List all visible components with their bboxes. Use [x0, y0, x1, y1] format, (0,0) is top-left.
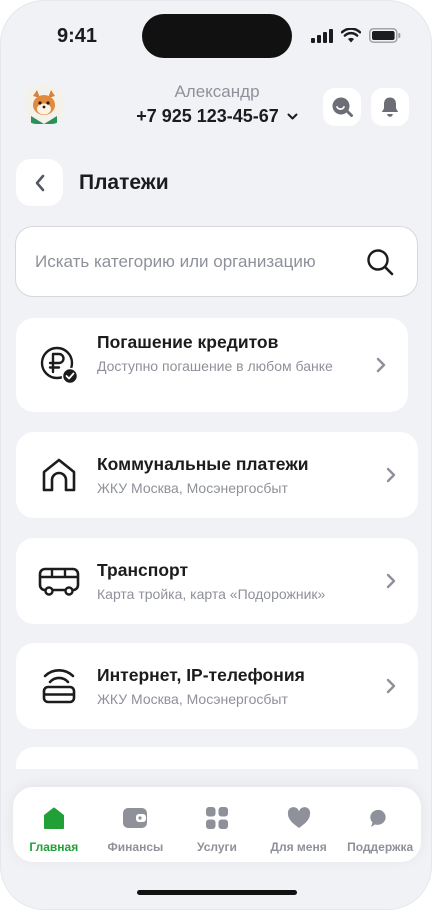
bus-icon	[38, 560, 80, 602]
tab-label: Поддержка	[347, 840, 414, 854]
category-title: Интернет, IP-телефония	[97, 665, 305, 685]
wifi-icon	[341, 28, 361, 43]
bell-icon	[381, 97, 399, 117]
page-title: Платежи	[79, 171, 169, 194]
user-phone-number: +7 925 123-45-67	[136, 106, 279, 126]
search-field[interactable]	[15, 226, 418, 297]
category-title: Транспорт	[97, 560, 189, 580]
user-block[interactable]: Александр +7 925 123-45-67	[101, 82, 333, 127]
tab-for-me[interactable]: Для меня	[258, 787, 340, 862]
tab-finance[interactable]: Финансы	[95, 787, 177, 862]
chevron-right-icon	[386, 467, 396, 483]
search-icon[interactable]	[365, 247, 395, 277]
user-phone[interactable]: +7 925 123-45-67	[136, 106, 298, 127]
back-button[interactable]	[16, 159, 63, 206]
chat-icon	[370, 809, 386, 827]
dynamic-island	[142, 14, 292, 58]
tab-label: Для меня	[270, 840, 327, 854]
house-icon	[38, 454, 80, 496]
category-title: Коммунальные платежи	[97, 454, 309, 474]
tab-label: Услуги	[197, 840, 237, 854]
chevron-right-icon	[386, 573, 396, 589]
category-card-transport[interactable]: Транспорт Карта тройка, карта «Подорожни…	[16, 538, 418, 624]
category-card-internet[interactable]: Интернет, IP-телефония ЖКУ Москва, Мосэн…	[16, 643, 418, 729]
grid-icon	[205, 807, 228, 829]
home-indicator[interactable]	[137, 890, 297, 895]
next-card-peek	[16, 747, 418, 769]
category-subtitle: Карта тройка, карта «Подорожник»	[97, 586, 326, 602]
search-input[interactable]	[35, 251, 365, 272]
category-subtitle: ЖКУ Москва, Мосэнергосбыт	[97, 691, 288, 707]
user-name: Александр	[174, 82, 260, 101]
fox-avatar-icon	[25, 86, 63, 124]
tab-support[interactable]: Поддержка	[339, 787, 421, 862]
wallet-icon	[123, 808, 148, 828]
category-subtitle: Доступно погашение в любом банке	[97, 358, 333, 374]
chevron-down-icon	[287, 113, 298, 119]
tab-label: Финансы	[107, 840, 164, 854]
status-time: 9:41	[57, 25, 98, 47]
search-chat-icon	[332, 97, 353, 117]
battery-icon	[369, 28, 401, 43]
router-icon	[38, 665, 80, 707]
tab-home[interactable]: Главная	[13, 787, 95, 862]
category-card-utilities[interactable]: Коммунальные платежи ЖКУ Москва, Мосэнер…	[16, 432, 418, 518]
tab-services[interactable]: Услуги	[176, 787, 258, 862]
category-subtitle: ЖКУ Москва, Мосэнергосбыт	[97, 480, 288, 496]
chevron-right-icon	[376, 357, 386, 373]
home-icon	[43, 807, 64, 829]
bottom-tabbar: Главная Финансы Услуги Для меня Поддержк…	[13, 787, 421, 862]
category-card-loans[interactable]: Погашение кредитов Доступно погашение в …	[16, 318, 408, 412]
avatar[interactable]	[25, 86, 63, 124]
signal-icon	[311, 28, 333, 43]
search-chat-button[interactable]	[323, 88, 361, 126]
phone-screen: 9:41 Александр +7 925 123-45-67 Платежи …	[0, 0, 432, 910]
ruble-check-icon	[38, 344, 80, 386]
status-icons	[311, 28, 401, 43]
chevron-left-icon	[35, 174, 44, 191]
heart-icon	[287, 807, 310, 828]
tab-label: Главная	[29, 840, 79, 854]
chevron-right-icon	[386, 678, 396, 694]
category-title: Погашение кредитов	[97, 332, 279, 352]
notifications-button[interactable]	[371, 88, 409, 126]
